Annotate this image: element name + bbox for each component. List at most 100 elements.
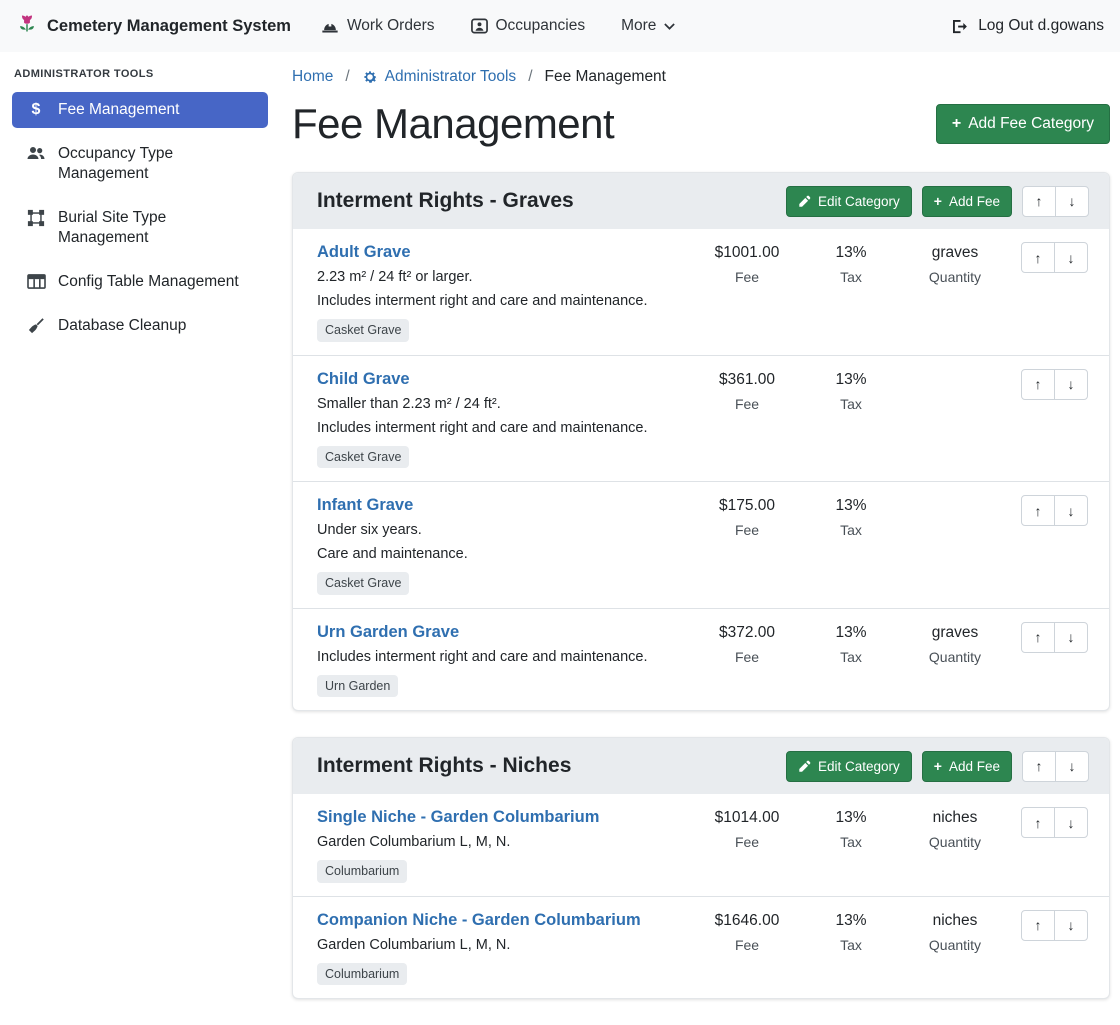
move-fee-up-button[interactable]: ↑ (1021, 369, 1055, 400)
fee-amount-label: Fee (695, 395, 799, 413)
fee-name-link[interactable]: Single Niche - Garden Columbarium (317, 808, 599, 826)
fee-name-link[interactable]: Urn Garden Grave (317, 623, 459, 641)
move-fee-down-button[interactable]: ↓ (1054, 622, 1088, 653)
sidebar-item-database-cleanup[interactable]: Database Cleanup (12, 308, 268, 344)
fee-amount-value: $1646.00 (695, 911, 799, 931)
add-fee-button[interactable]: + Add Fee (922, 751, 1012, 782)
arrow-up-icon: ↑ (1035, 504, 1042, 518)
move-fee-down-button[interactable]: ↓ (1054, 807, 1088, 838)
fee-amount-label: Fee (695, 936, 799, 954)
breadcrumb-home-link[interactable]: Home (292, 68, 333, 86)
fee-type-badge: Urn Garden (317, 675, 398, 698)
sidebar-item-burial-site-type-management[interactable]: Burial Site Type Management (12, 200, 268, 256)
nav-work-orders-label: Work Orders (347, 17, 435, 35)
fee-row: Adult Grave 2.23 m² / 24 ft² or larger. … (293, 229, 1109, 355)
fee-tax-column: 13% Tax (799, 495, 903, 539)
fee-row: Single Niche - Garden Columbarium Garden… (293, 794, 1109, 896)
fee-description: Includes interment right and care and ma… (317, 419, 685, 438)
fee-quantity-column: graves Quantity (903, 242, 1007, 286)
move-fee-down-button[interactable]: ↓ (1054, 242, 1088, 273)
fee-quantity-column: niches Quantity (903, 807, 1007, 851)
nav-more[interactable]: More (621, 17, 675, 35)
sidebar-item-occupancy-type-management[interactable]: Occupancy Type Management (12, 136, 268, 192)
fee-info: Urn Garden Grave Includes interment righ… (317, 622, 695, 698)
fee-reorder-buttons: ↑ ↓ (1021, 242, 1089, 273)
fee-tax-column: 13% Tax (799, 369, 903, 413)
move-fee-down-button[interactable]: ↓ (1054, 495, 1088, 526)
arrow-down-icon: ↓ (1068, 504, 1075, 518)
move-fee-up-button[interactable]: ↑ (1021, 910, 1055, 941)
fee-quantity-label: Quantity (903, 268, 1007, 286)
main-content: Home / Administrator Tools / Fee Managem… (292, 52, 1110, 1025)
add-fee-button[interactable]: + Add Fee (922, 186, 1012, 217)
app-brand[interactable]: Cemetery Management System (16, 14, 291, 38)
gear-icon (362, 69, 378, 85)
arrow-down-icon: ↓ (1069, 194, 1076, 208)
top-navbar: Cemetery Management System Work Orders O… (0, 0, 1120, 52)
arrow-up-icon: ↑ (1035, 377, 1042, 391)
fee-name-link[interactable]: Adult Grave (317, 243, 411, 261)
arrow-up-icon: ↑ (1036, 194, 1043, 208)
fee-info: Single Niche - Garden Columbarium Garden… (317, 807, 695, 883)
sidebar-item-config-table-management[interactable]: Config Table Management (12, 264, 268, 300)
category-header: Interment Rights - Niches Edit Category … (293, 738, 1109, 794)
fee-name-link[interactable]: Child Grave (317, 370, 410, 388)
fee-amount-value: $361.00 (695, 370, 799, 390)
move-fee-up-button[interactable]: ↑ (1021, 242, 1055, 273)
edit-category-label: Edit Category (818, 759, 900, 774)
fee-reorder-buttons: ↑ ↓ (1021, 910, 1089, 941)
sidebar-item-label: Occupancy Type Management (58, 144, 258, 184)
move-fee-down-button[interactable]: ↓ (1054, 369, 1088, 400)
breadcrumb-admin-tools-link[interactable]: Administrator Tools (362, 68, 517, 86)
fee-amount-label: Fee (695, 268, 799, 286)
fee-description: 2.23 m² / 24 ft² or larger. (317, 268, 685, 287)
fee-info: Infant Grave Under six years. Care and m… (317, 495, 695, 595)
fee-tax-label: Tax (799, 936, 903, 954)
move-fee-up-button[interactable]: ↑ (1021, 495, 1055, 526)
move-category-up-button[interactable]: ↑ (1022, 186, 1056, 217)
fee-reorder-buttons: ↑ ↓ (1021, 807, 1089, 838)
fee-type-badge: Columbarium (317, 860, 407, 883)
category-reorder-buttons: ↑ ↓ (1022, 751, 1089, 782)
edit-category-button[interactable]: Edit Category (786, 751, 912, 782)
edit-category-label: Edit Category (818, 194, 900, 209)
sidebar-item-label: Fee Management (58, 100, 180, 120)
pencil-icon (798, 195, 811, 208)
fee-name-link[interactable]: Companion Niche - Garden Columbarium (317, 911, 641, 929)
dollar-icon: $ (26, 101, 46, 119)
edit-category-button[interactable]: Edit Category (786, 186, 912, 217)
move-category-up-button[interactable]: ↑ (1022, 751, 1056, 782)
logout-label: Log Out d.gowans (978, 17, 1104, 35)
nav-work-orders[interactable]: Work Orders (321, 17, 435, 35)
add-fee-category-label: Add Fee Category (968, 115, 1094, 133)
add-fee-category-button[interactable]: + Add Fee Category (936, 104, 1110, 144)
plus-icon: + (952, 116, 961, 132)
occupant-frame-icon (471, 18, 488, 34)
arrow-up-icon: ↑ (1035, 918, 1042, 932)
nav-occupancies[interactable]: Occupancies (471, 17, 586, 35)
table-icon (26, 273, 46, 290)
fee-tax-column: 13% Tax (799, 622, 903, 666)
move-fee-up-button[interactable]: ↑ (1021, 622, 1055, 653)
fee-row: Child Grave Smaller than 2.23 m² / 24 ft… (293, 355, 1109, 482)
fee-type-badge: Casket Grave (317, 446, 409, 469)
fee-category-card: Interment Rights - Niches Edit Category … (292, 737, 1110, 999)
sidebar-item-fee-management[interactable]: $ Fee Management (12, 92, 268, 128)
logout-icon (952, 19, 969, 34)
fee-tax-column: 13% Tax (799, 242, 903, 286)
fee-reorder-buttons: ↑ ↓ (1021, 369, 1089, 400)
move-category-down-button[interactable]: ↓ (1055, 186, 1089, 217)
arrow-down-icon: ↓ (1068, 251, 1075, 265)
logout-button[interactable]: Log Out d.gowans (952, 17, 1104, 35)
admin-sidebar: ADMINISTRATOR TOOLS $ Fee Management Occ… (0, 52, 280, 939)
fee-amount-value: $175.00 (695, 496, 799, 516)
move-fee-down-button[interactable]: ↓ (1054, 910, 1088, 941)
move-fee-up-button[interactable]: ↑ (1021, 807, 1055, 838)
fee-tax-value: 13% (799, 911, 903, 931)
arrow-down-icon: ↓ (1069, 759, 1076, 773)
fee-name-link[interactable]: Infant Grave (317, 496, 413, 514)
plus-icon: + (934, 759, 942, 773)
nav-occupancies-label: Occupancies (496, 17, 586, 35)
nav-more-label: More (621, 17, 656, 35)
move-category-down-button[interactable]: ↓ (1055, 751, 1089, 782)
